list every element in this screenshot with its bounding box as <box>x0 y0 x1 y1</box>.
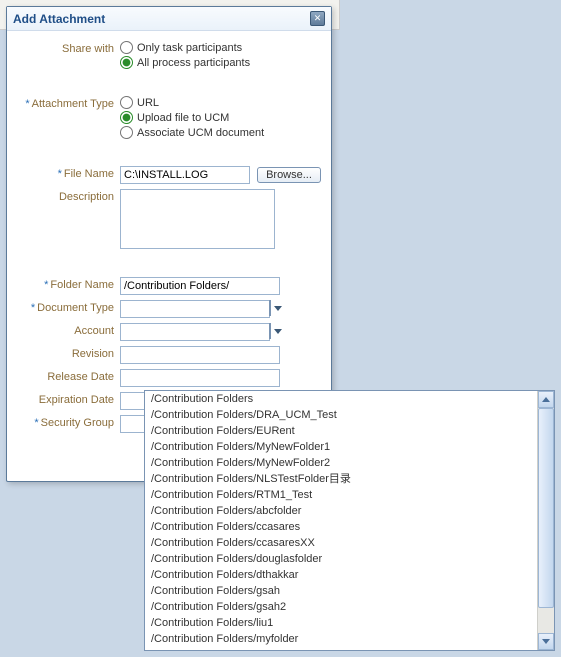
folder-dropdown-item[interactable]: /Contribution Folders/gsah <box>145 583 537 599</box>
scroll-up-button[interactable] <box>538 391 554 408</box>
folder-dropdown-item[interactable]: /Contribution Folders/EURent <box>145 423 537 439</box>
document-type-label: *Document Type <box>15 300 120 314</box>
file-name-row: *File Name Browse... <box>15 166 323 184</box>
share-radio-process-label: All process participants <box>137 57 250 69</box>
att-opt-assoc[interactable]: Associate UCM document <box>120 126 323 139</box>
account-input[interactable] <box>120 323 270 341</box>
share-with-row: Share with Only task participants All pr… <box>15 41 323 71</box>
account-label: Account <box>15 323 120 337</box>
scrollbar[interactable] <box>537 391 554 650</box>
release-date-label: Release Date <box>15 369 120 383</box>
folder-dropdown-item[interactable]: /Contribution Folders/ccasaresXX <box>145 535 537 551</box>
folder-dropdown-item[interactable]: /Contribution Folders/NLSTestFolder目录 <box>145 471 537 487</box>
document-type-controls <box>120 300 323 318</box>
revision-label: Revision <box>15 346 120 360</box>
account-controls <box>120 323 323 341</box>
share-radio-process[interactable] <box>120 56 133 69</box>
folder-dropdown-list: /Contribution Folders/Contribution Folde… <box>144 390 555 651</box>
folder-dropdown-item[interactable]: /Contribution Folders/myfolder1 <box>145 647 537 650</box>
share-opt-task[interactable]: Only task participants <box>120 41 323 54</box>
folder-name-row: *Folder Name <box>15 277 323 295</box>
att-radio-assoc-label: Associate UCM document <box>137 127 264 139</box>
description-textarea[interactable] <box>120 189 275 249</box>
close-button[interactable]: ✕ <box>310 11 325 26</box>
document-type-row: *Document Type <box>15 300 323 318</box>
folder-dropdown-item[interactable]: /Contribution Folders/DRA_UCM_Test <box>145 407 537 423</box>
share-with-controls: Only task participants All process parti… <box>120 41 323 71</box>
release-date-input[interactable] <box>120 369 280 387</box>
file-name-controls: Browse... <box>120 166 323 184</box>
att-radio-upload-label: Upload file to UCM <box>137 112 229 124</box>
attachment-type-controls: URL Upload file to UCM Associate UCM doc… <box>120 96 323 141</box>
security-group-label: *Security Group <box>15 415 120 429</box>
folder-dropdown-item[interactable]: /Contribution Folders/MyNewFolder1 <box>145 439 537 455</box>
folder-name-controls <box>120 277 323 295</box>
folder-dropdown-inner: /Contribution Folders/Contribution Folde… <box>145 391 537 650</box>
attachment-type-label: *Attachment Type <box>15 96 120 110</box>
att-radio-url-label: URL <box>137 97 159 109</box>
att-radio-assoc[interactable] <box>120 126 133 139</box>
scroll-down-button[interactable] <box>538 633 554 650</box>
expiration-date-label: Expiration Date <box>15 392 120 406</box>
share-radio-task-label: Only task participants <box>137 42 242 54</box>
scroll-thumb[interactable] <box>538 408 554 608</box>
close-icon: ✕ <box>314 13 322 23</box>
dialog-header: Add Attachment ✕ <box>7 7 331 31</box>
share-radio-task[interactable] <box>120 41 133 54</box>
folder-dropdown-item[interactable]: /Contribution Folders/abcfolder <box>145 503 537 519</box>
folder-dropdown-item[interactable]: /Contribution Folders/MyNewFolder2 <box>145 455 537 471</box>
chevron-down-icon <box>542 639 550 644</box>
description-row: Description <box>15 189 323 252</box>
share-with-label: Share with <box>15 41 120 55</box>
chevron-up-icon <box>542 397 550 402</box>
attachment-type-row: *Attachment Type URL Upload file to UCM … <box>15 96 323 141</box>
folder-dropdown-item[interactable]: /Contribution Folders/RTM1_Test <box>145 487 537 503</box>
folder-dropdown-item[interactable]: /Contribution Folders/ccasares <box>145 519 537 535</box>
folder-name-input[interactable] <box>120 277 280 295</box>
revision-input[interactable] <box>120 346 280 364</box>
att-radio-url[interactable] <box>120 96 133 109</box>
file-name-input[interactable] <box>120 166 250 184</box>
folder-dropdown-item[interactable]: /Contribution Folders/douglasfolder <box>145 551 537 567</box>
account-select[interactable] <box>120 323 180 341</box>
release-date-controls <box>120 369 323 387</box>
folder-dropdown-item[interactable]: /Contribution Folders <box>145 391 537 407</box>
dialog-title: Add Attachment <box>13 12 105 26</box>
dialog-body: Share with Only task participants All pr… <box>7 31 331 448</box>
folder-dropdown-item[interactable]: /Contribution Folders/myfolder <box>145 631 537 647</box>
att-opt-upload[interactable]: Upload file to UCM <box>120 111 323 124</box>
folder-dropdown-item[interactable]: /Contribution Folders/liu1 <box>145 615 537 631</box>
description-label: Description <box>15 189 120 203</box>
description-controls <box>120 189 323 252</box>
att-radio-upload[interactable] <box>120 111 133 124</box>
folder-dropdown-item[interactable]: /Contribution Folders/dthakkar <box>145 567 537 583</box>
revision-controls <box>120 346 323 364</box>
chevron-down-icon[interactable] <box>269 300 271 316</box>
folder-dropdown-item[interactable]: /Contribution Folders/gsah2 <box>145 599 537 615</box>
release-date-row: Release Date <box>15 369 323 387</box>
share-opt-process[interactable]: All process participants <box>120 56 323 69</box>
document-type-input[interactable] <box>120 300 270 318</box>
revision-row: Revision <box>15 346 323 364</box>
chevron-down-icon[interactable] <box>269 323 271 339</box>
account-row: Account <box>15 323 323 341</box>
att-opt-url[interactable]: URL <box>120 96 323 109</box>
document-type-select[interactable] <box>120 300 265 318</box>
folder-name-label: *Folder Name <box>15 277 120 291</box>
file-name-label: *File Name <box>15 166 120 180</box>
browse-button[interactable]: Browse... <box>257 167 321 183</box>
